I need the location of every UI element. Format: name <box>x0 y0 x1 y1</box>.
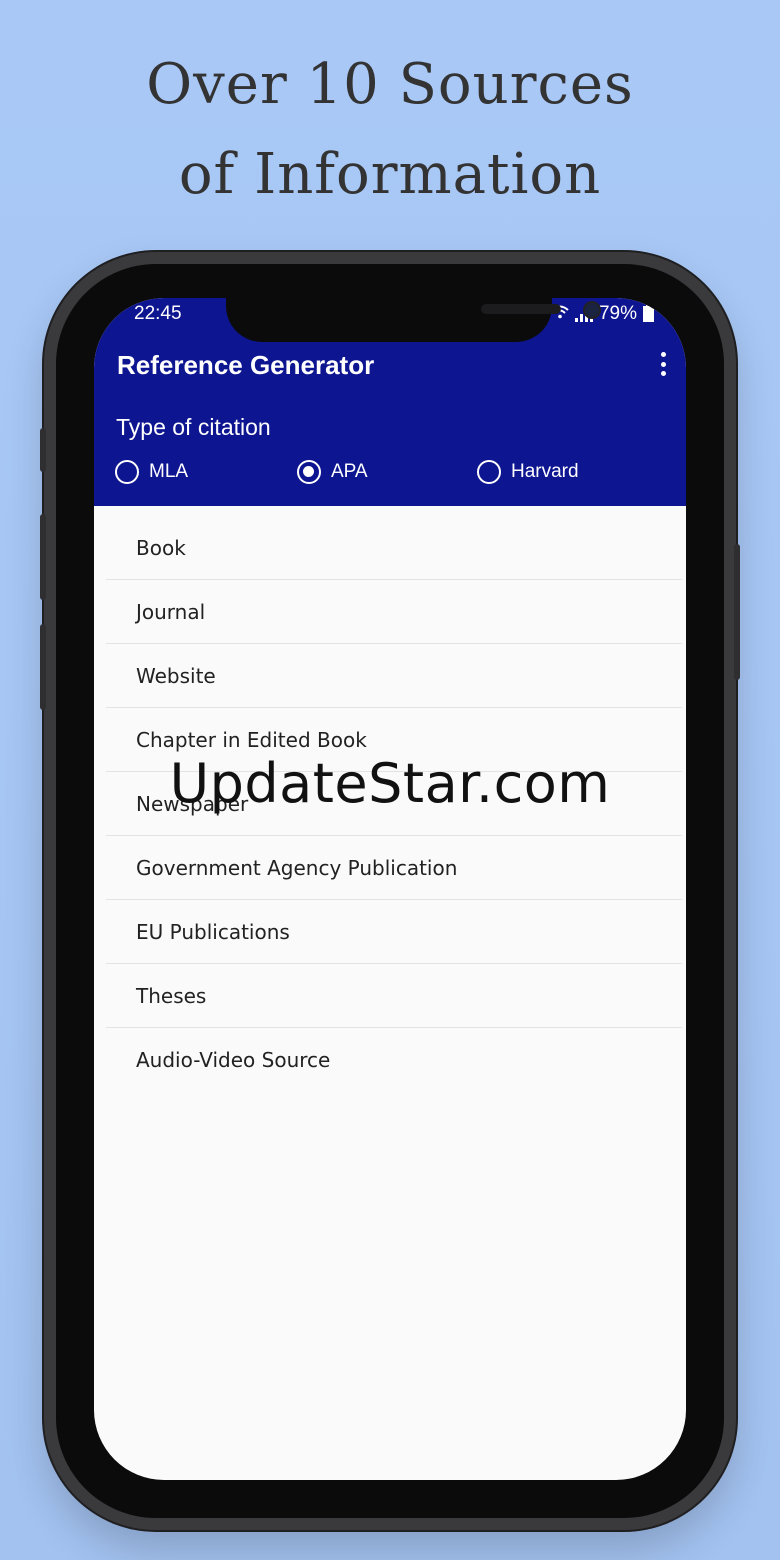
phone-side-button-volume-down <box>40 624 46 710</box>
radio-apa[interactable]: APA <box>297 460 368 484</box>
source-item-audio-video-source[interactable]: Audio-Video Source <box>106 1028 682 1092</box>
radio-harvard-label: Harvard <box>511 461 579 482</box>
radio-unchecked-icon[interactable] <box>115 460 139 484</box>
source-item-book[interactable]: Book <box>106 516 682 580</box>
headline-line-1: Over 10 Sources <box>146 52 634 117</box>
radio-harvard[interactable]: Harvard <box>477 460 579 484</box>
citation-type-label: Type of citation <box>116 414 271 440</box>
phone-notch <box>226 298 601 342</box>
app-title: Reference Generator <box>117 350 375 380</box>
more-vert-icon[interactable] <box>658 352 668 376</box>
radio-unchecked-icon[interactable] <box>477 460 501 484</box>
front-camera <box>583 301 601 319</box>
phone-screen: 22:45 79% Reference Generator Type of ci… <box>94 298 686 1480</box>
app-bar: 22:45 79% Reference Generator Type of ci… <box>94 298 686 506</box>
status-time: 22:45 <box>134 303 182 324</box>
source-item-journal[interactable]: Journal <box>106 580 682 644</box>
radio-mla[interactable]: MLA <box>115 460 188 484</box>
phone-side-button-volume-up <box>40 514 46 600</box>
battery-percent: 79% <box>598 303 637 324</box>
radio-mla-label: MLA <box>149 461 189 482</box>
headline-line-2: of Information <box>178 142 602 207</box>
source-item-eu-publications[interactable]: EU Publications <box>106 900 682 964</box>
watermark: UpdateStar.com <box>169 752 611 815</box>
phone-side-button-mute <box>40 428 46 472</box>
phone-side-button-power <box>734 544 740 680</box>
speaker-grille <box>481 304 561 314</box>
status-indicators: 79% <box>551 303 654 325</box>
battery-icon <box>643 303 654 322</box>
radio-apa-label: APA <box>331 461 368 482</box>
source-item-government-agency-publication[interactable]: Government Agency Publication <box>106 836 682 900</box>
source-item-theses[interactable]: Theses <box>106 964 682 1028</box>
source-item-website[interactable]: Website <box>106 644 682 708</box>
radio-checked-icon[interactable] <box>297 460 321 484</box>
